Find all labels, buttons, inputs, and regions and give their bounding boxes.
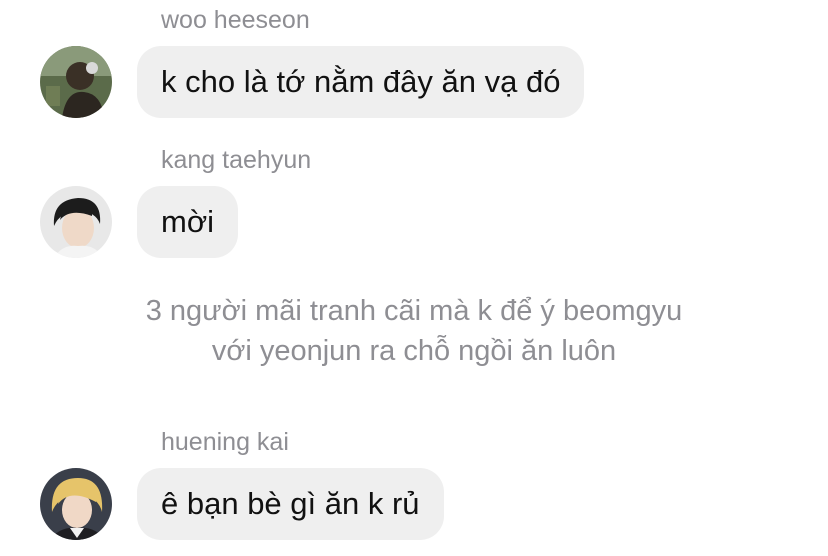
avatar-image (40, 46, 112, 118)
sender-name: woo heeseon (161, 6, 310, 34)
system-note-line: với yeonjun ra chỗ ngồi ăn luôn (211, 335, 617, 367)
sender-name: huening kai (161, 428, 289, 456)
avatar[interactable] (40, 468, 112, 540)
system-note: 3 người mãi tranh cãi mà k để ý beomgyu … (0, 291, 828, 371)
avatar[interactable] (40, 186, 112, 258)
message-bubble[interactable]: ê bạn bè gì ăn k rủ (137, 468, 444, 540)
avatar-image (40, 186, 112, 258)
system-note-line: 3 người mãi tranh cãi mà k để ý beomgyu (145, 295, 683, 327)
message-bubble[interactable]: k cho là tớ nằm đây ăn vạ đó (137, 46, 585, 118)
avatar-image (40, 468, 112, 540)
sender-name: kang taehyun (161, 146, 312, 174)
message-bubble[interactable]: mời (137, 186, 239, 258)
avatar[interactable] (40, 46, 112, 118)
